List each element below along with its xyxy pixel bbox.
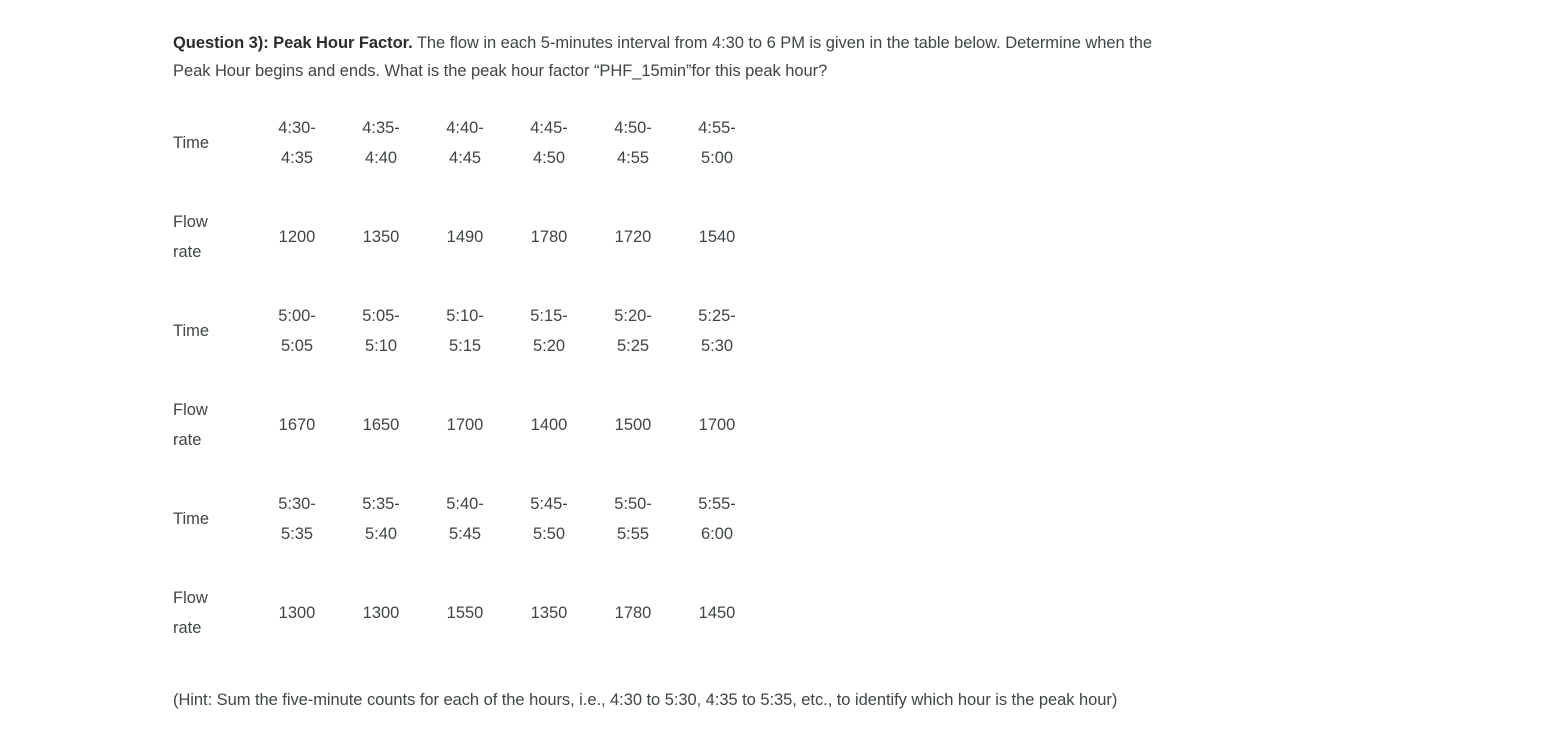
table-row: Flow rate 1200 1350 1490 1780 1720 1540 bbox=[173, 190, 759, 284]
time-end: 5:35 bbox=[280, 525, 314, 543]
question-prompt: Question 3): Peak Hour Factor. The flow … bbox=[173, 29, 1183, 85]
time-cell: 4:45- 4:50 bbox=[507, 96, 591, 190]
time-start: 5:20- bbox=[614, 307, 652, 325]
flow-label-line1: Flow bbox=[173, 589, 208, 607]
flow-cell: 1720 bbox=[614, 228, 652, 246]
time-start: 5:30- bbox=[278, 495, 316, 513]
time-end: 4:35 bbox=[280, 149, 314, 167]
time-end: 5:15 bbox=[448, 337, 482, 355]
time-start: 5:50- bbox=[614, 495, 652, 513]
time-end: 5:40 bbox=[364, 525, 398, 543]
row-label-time: Time bbox=[173, 134, 210, 152]
time-end: 4:55 bbox=[616, 149, 650, 167]
time-cell: 5:15- 5:20 bbox=[507, 284, 591, 378]
time-end: 5:45 bbox=[448, 525, 482, 543]
time-start: 4:40- bbox=[446, 119, 484, 137]
time-cell: 4:30- 4:35 bbox=[255, 96, 339, 190]
time-cell: 4:55- 5:00 bbox=[675, 96, 759, 190]
flow-cell: 1540 bbox=[698, 228, 736, 246]
time-end: 4:45 bbox=[448, 149, 482, 167]
flow-cell: 1490 bbox=[446, 228, 484, 246]
row-label-flow-rate: Flow rate bbox=[173, 566, 255, 660]
time-start: 5:40- bbox=[446, 495, 484, 513]
time-cell: 5:05- 5:10 bbox=[339, 284, 423, 378]
time-end: 5:30 bbox=[700, 337, 734, 355]
time-start: 5:25- bbox=[698, 307, 736, 325]
flow-label-line2: rate bbox=[173, 431, 202, 449]
time-start: 4:50- bbox=[614, 119, 652, 137]
flow-label-line1: Flow bbox=[173, 213, 208, 231]
time-end: 5:00 bbox=[700, 149, 734, 167]
time-cell: 5:00- 5:05 bbox=[255, 284, 339, 378]
time-end: 5:05 bbox=[280, 337, 314, 355]
flow-cell: 1650 bbox=[362, 416, 400, 434]
time-cell: 5:55- 6:00 bbox=[675, 472, 759, 566]
flow-label-line1: Flow bbox=[173, 401, 208, 419]
flow-cell: 1300 bbox=[362, 604, 400, 622]
time-cell: 5:30- 5:35 bbox=[255, 472, 339, 566]
table-row: Time 5:00- 5:05 5:05- 5:10 5:10- 5:15 5:… bbox=[173, 284, 759, 378]
time-cell: 5:40- 5:45 bbox=[423, 472, 507, 566]
flow-data-table: Time 4:30- 4:35 4:35- 4:40 4:40- 4:45 4:… bbox=[173, 96, 759, 660]
time-start: 5:00- bbox=[278, 307, 316, 325]
time-end: 5:55 bbox=[616, 525, 650, 543]
time-end: 6:00 bbox=[700, 525, 734, 543]
time-start: 5:35- bbox=[362, 495, 400, 513]
time-end: 5:50 bbox=[532, 525, 566, 543]
flow-cell: 1780 bbox=[614, 604, 652, 622]
time-cell: 5:50- 5:55 bbox=[591, 472, 675, 566]
flow-cell: 1700 bbox=[698, 416, 736, 434]
time-start: 5:45- bbox=[530, 495, 568, 513]
table-row: Flow rate 1300 1300 1550 1350 1780 1450 bbox=[173, 566, 759, 660]
flow-cell: 1780 bbox=[530, 228, 568, 246]
time-end: 4:50 bbox=[532, 149, 566, 167]
time-cell: 5:10- 5:15 bbox=[423, 284, 507, 378]
table-row: Time 4:30- 4:35 4:35- 4:40 4:40- 4:45 4:… bbox=[173, 96, 759, 190]
hint-text: (Hint: Sum the five-minute counts for ea… bbox=[173, 690, 1118, 709]
row-label-time: Time bbox=[173, 510, 210, 528]
flow-label-line2: rate bbox=[173, 243, 202, 261]
time-cell: 5:25- 5:30 bbox=[675, 284, 759, 378]
time-cell: 4:40- 4:45 bbox=[423, 96, 507, 190]
flow-cell: 1400 bbox=[530, 416, 568, 434]
time-end: 4:40 bbox=[364, 149, 398, 167]
flow-cell: 1670 bbox=[278, 416, 316, 434]
time-start: 4:45- bbox=[530, 119, 568, 137]
flow-cell: 1200 bbox=[278, 228, 316, 246]
question-lead: Question 3): Peak Hour Factor. bbox=[173, 33, 413, 52]
time-start: 4:35- bbox=[362, 119, 400, 137]
row-label-flow-rate: Flow rate bbox=[173, 378, 255, 472]
time-cell: 5:20- 5:25 bbox=[591, 284, 675, 378]
table-row: Time 5:30- 5:35 5:35- 5:40 5:40- 5:45 5:… bbox=[173, 472, 759, 566]
time-start: 4:30- bbox=[278, 119, 316, 137]
time-start: 5:10- bbox=[446, 307, 484, 325]
time-start: 5:05- bbox=[362, 307, 400, 325]
time-cell: 5:35- 5:40 bbox=[339, 472, 423, 566]
row-label-time: Time bbox=[173, 322, 210, 340]
time-cell: 5:45- 5:50 bbox=[507, 472, 591, 566]
flow-cell: 1300 bbox=[278, 604, 316, 622]
flow-cell: 1550 bbox=[446, 604, 484, 622]
time-start: 4:55- bbox=[698, 119, 736, 137]
row-label-flow-rate: Flow rate bbox=[173, 190, 255, 284]
flow-cell: 1350 bbox=[362, 228, 400, 246]
flow-label-line2: rate bbox=[173, 619, 202, 637]
table-row: Flow rate 1670 1650 1700 1400 1500 1700 bbox=[173, 378, 759, 472]
time-end: 5:25 bbox=[616, 337, 650, 355]
time-cell: 4:50- 4:55 bbox=[591, 96, 675, 190]
time-start: 5:15- bbox=[530, 307, 568, 325]
time-cell: 4:35- 4:40 bbox=[339, 96, 423, 190]
time-end: 5:10 bbox=[364, 337, 398, 355]
flow-cell: 1450 bbox=[698, 604, 736, 622]
document-page: Question 3): Peak Hour Factor. The flow … bbox=[0, 0, 1549, 737]
flow-cell: 1500 bbox=[614, 416, 652, 434]
time-start: 5:55- bbox=[698, 495, 736, 513]
flow-cell: 1350 bbox=[530, 604, 568, 622]
flow-cell: 1700 bbox=[446, 416, 484, 434]
time-end: 5:20 bbox=[532, 337, 566, 355]
